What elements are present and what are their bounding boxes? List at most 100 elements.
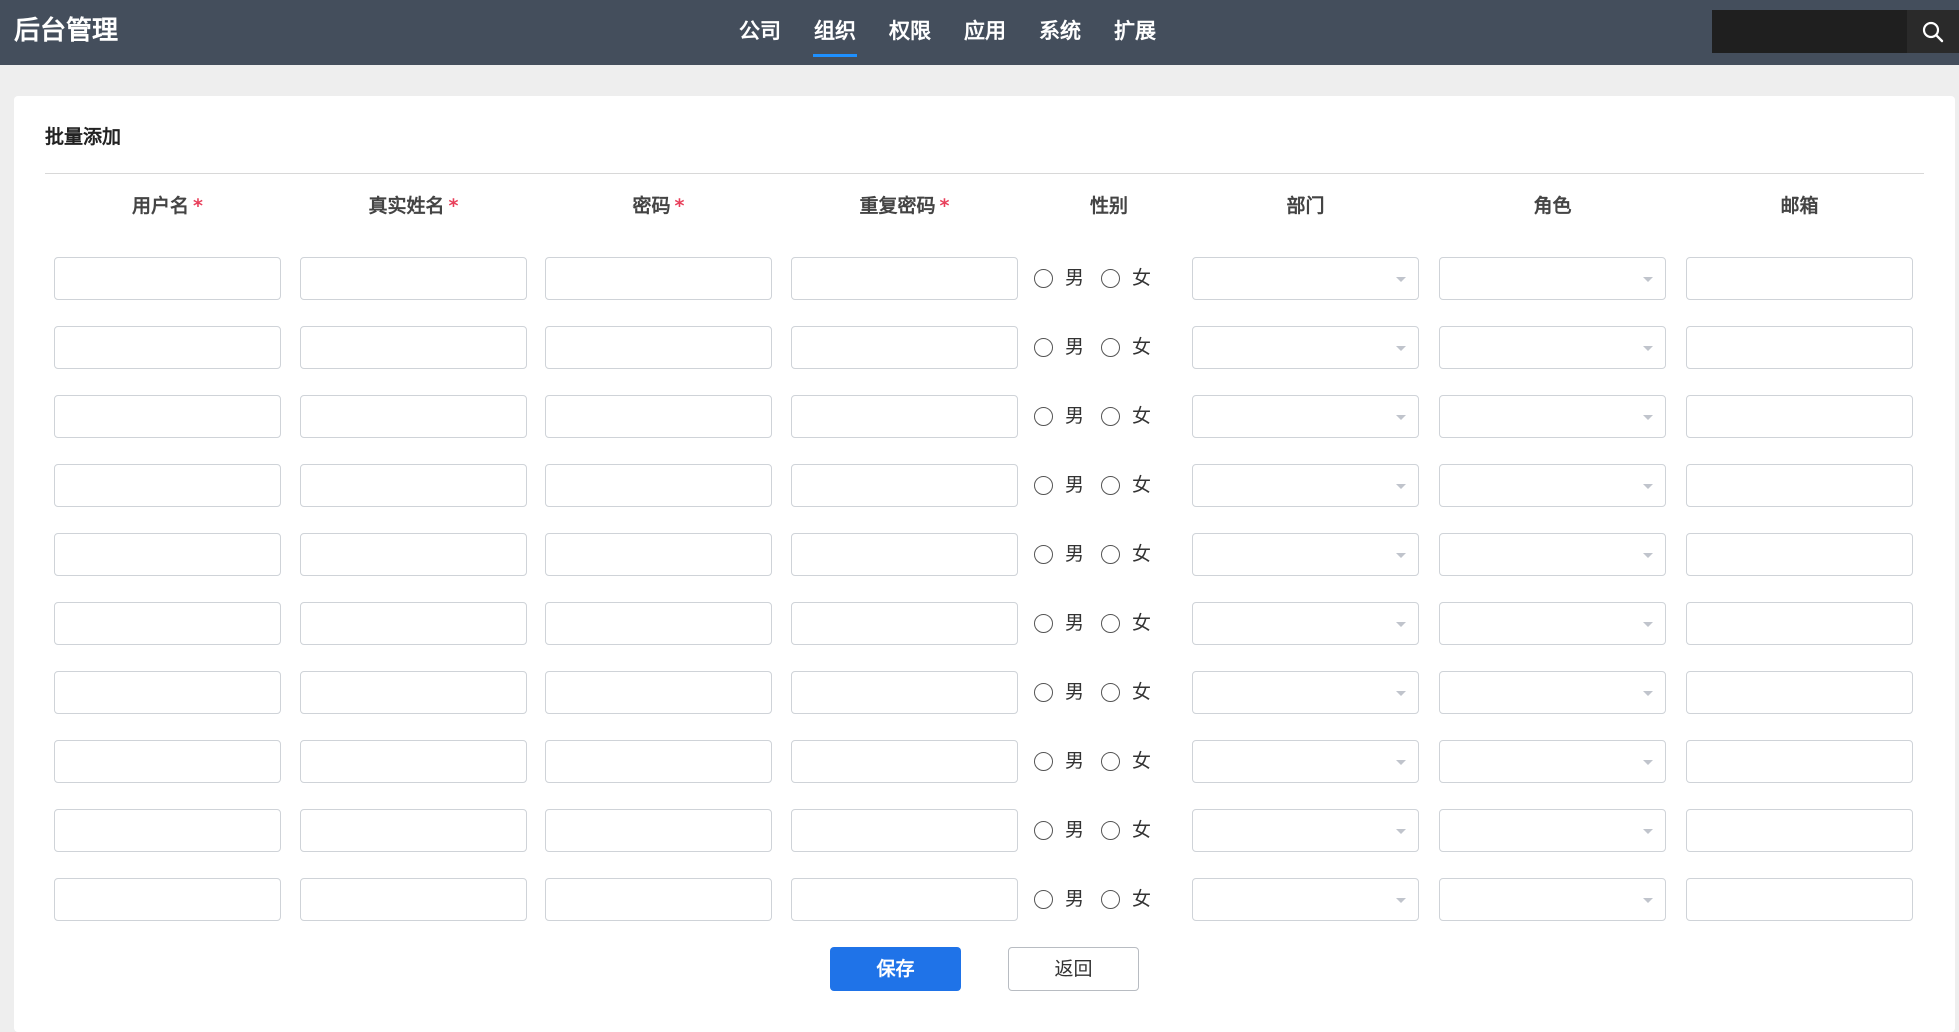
realname-input[interactable] [300,740,527,783]
email-input[interactable] [1686,602,1913,645]
confirm-password-input[interactable] [791,257,1018,300]
gender-female-radio[interactable] [1101,407,1120,426]
email-input[interactable] [1686,533,1913,576]
role-select[interactable] [1439,602,1666,645]
username-input[interactable] [54,878,281,921]
username-input[interactable] [54,395,281,438]
role-select[interactable] [1439,326,1666,369]
username-input[interactable] [54,740,281,783]
password-input[interactable] [545,533,772,576]
confirm-password-input[interactable] [791,326,1018,369]
gender-female-radio[interactable] [1101,890,1120,909]
role-select[interactable] [1439,464,1666,507]
confirm-password-input[interactable] [791,809,1018,852]
department-select[interactable] [1192,878,1419,921]
role-select[interactable] [1439,533,1666,576]
nav-item-2[interactable]: 组织 [805,0,865,65]
department-select[interactable] [1192,602,1419,645]
email-input[interactable] [1686,878,1913,921]
password-input[interactable] [545,257,772,300]
realname-input[interactable] [300,671,527,714]
department-select[interactable] [1192,395,1419,438]
role-select[interactable] [1439,257,1666,300]
gender-female-radio[interactable] [1101,683,1120,702]
search-button[interactable] [1907,10,1959,53]
gender-male-label[interactable]: 男 [1065,472,1084,498]
realname-input[interactable] [300,602,527,645]
department-select[interactable] [1192,464,1419,507]
gender-female-label[interactable]: 女 [1132,817,1151,843]
gender-female-label[interactable]: 女 [1132,610,1151,636]
gender-male-label[interactable]: 男 [1065,817,1084,843]
gender-female-radio[interactable] [1101,476,1120,495]
realname-input[interactable] [300,809,527,852]
nav-item-3[interactable]: 权限 [880,0,940,65]
role-select[interactable] [1439,809,1666,852]
gender-female-label[interactable]: 女 [1132,748,1151,774]
username-input[interactable] [54,809,281,852]
back-button[interactable]: 返回 [1008,947,1139,991]
confirm-password-input[interactable] [791,395,1018,438]
gender-female-radio[interactable] [1101,614,1120,633]
gender-female-label[interactable]: 女 [1132,472,1151,498]
gender-female-label[interactable]: 女 [1132,334,1151,360]
department-select[interactable] [1192,671,1419,714]
email-input[interactable] [1686,257,1913,300]
gender-male-radio[interactable] [1034,890,1053,909]
confirm-password-input[interactable] [791,878,1018,921]
email-input[interactable] [1686,740,1913,783]
confirm-password-input[interactable] [791,740,1018,783]
search-input[interactable] [1712,10,1905,53]
gender-male-label[interactable]: 男 [1065,748,1084,774]
username-input[interactable] [54,257,281,300]
confirm-password-input[interactable] [791,464,1018,507]
username-input[interactable] [54,464,281,507]
password-input[interactable] [545,809,772,852]
gender-female-radio[interactable] [1101,338,1120,357]
gender-male-label[interactable]: 男 [1065,334,1084,360]
password-input[interactable] [545,464,772,507]
gender-male-label[interactable]: 男 [1065,886,1084,912]
realname-input[interactable] [300,464,527,507]
role-select[interactable] [1439,878,1666,921]
role-select[interactable] [1439,395,1666,438]
nav-item-6[interactable]: 扩展 [1105,0,1165,65]
realname-input[interactable] [300,326,527,369]
username-input[interactable] [54,671,281,714]
role-select[interactable] [1439,740,1666,783]
confirm-password-input[interactable] [791,671,1018,714]
gender-male-label[interactable]: 男 [1065,265,1084,291]
gender-male-radio[interactable] [1034,614,1053,633]
gender-male-radio[interactable] [1034,683,1053,702]
department-select[interactable] [1192,257,1419,300]
email-input[interactable] [1686,326,1913,369]
save-button[interactable]: 保存 [830,947,961,991]
realname-input[interactable] [300,395,527,438]
department-select[interactable] [1192,740,1419,783]
gender-female-label[interactable]: 女 [1132,886,1151,912]
username-input[interactable] [54,602,281,645]
confirm-password-input[interactable] [791,533,1018,576]
password-input[interactable] [545,326,772,369]
email-input[interactable] [1686,671,1913,714]
realname-input[interactable] [300,533,527,576]
gender-female-label[interactable]: 女 [1132,265,1151,291]
role-select[interactable] [1439,671,1666,714]
gender-female-radio[interactable] [1101,821,1120,840]
password-input[interactable] [545,671,772,714]
password-input[interactable] [545,395,772,438]
gender-male-radio[interactable] [1034,338,1053,357]
realname-input[interactable] [300,257,527,300]
department-select[interactable] [1192,533,1419,576]
email-input[interactable] [1686,395,1913,438]
password-input[interactable] [545,878,772,921]
gender-female-radio[interactable] [1101,269,1120,288]
gender-male-label[interactable]: 男 [1065,679,1084,705]
password-input[interactable] [545,602,772,645]
gender-female-label[interactable]: 女 [1132,403,1151,429]
nav-item-1[interactable]: 公司 [730,0,790,65]
gender-male-radio[interactable] [1034,545,1053,564]
gender-male-radio[interactable] [1034,269,1053,288]
gender-female-label[interactable]: 女 [1132,541,1151,567]
nav-item-4[interactable]: 应用 [955,0,1015,65]
